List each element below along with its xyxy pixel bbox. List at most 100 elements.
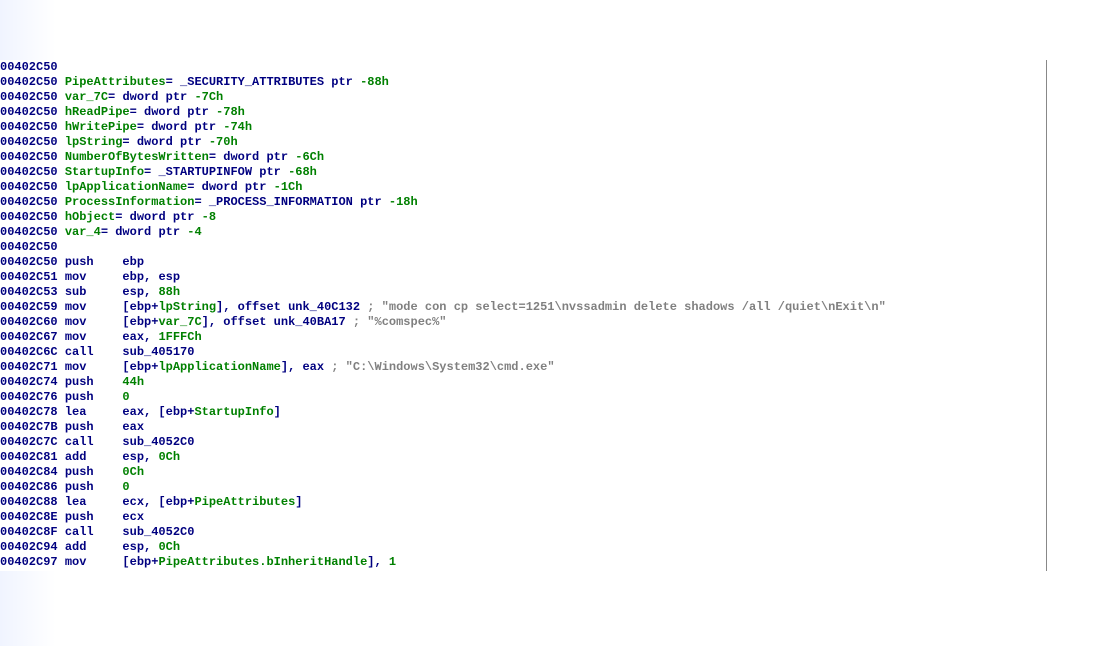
address: 00402C88: [0, 495, 58, 509]
token-var: hObject: [65, 210, 115, 224]
code-line[interactable]: 00402C67 mov eax, 1FFFCh: [0, 330, 1046, 345]
token-plain: ],: [367, 555, 389, 569]
code-line[interactable]: 00402C50 StartupInfo= _STARTUPINFOW ptr …: [0, 165, 1046, 180]
token-plain: [209, 105, 216, 119]
token-var: lpApplicationName: [158, 360, 280, 374]
address: 00402C50: [0, 90, 58, 104]
code-line[interactable]: 00402C78 lea eax, [ebp+StartupInfo]: [0, 405, 1046, 420]
token-plain: ,: [144, 450, 158, 464]
address: 00402C94: [0, 540, 58, 554]
token-num: -6Ch: [295, 150, 324, 164]
address: 00402C50: [0, 195, 58, 209]
token-num: 0: [122, 390, 129, 404]
code-line[interactable]: 00402C71 mov [ebp+lpApplicationName], ea…: [0, 360, 1046, 375]
token-reg: ebp: [130, 360, 152, 374]
token-reg: ebp: [130, 315, 152, 329]
token-num: 1FFFCh: [158, 330, 201, 344]
code-line[interactable]: 00402C50 ProcessInformation= _PROCESS_IN…: [0, 195, 1046, 210]
token-plain: , [: [144, 405, 166, 419]
code-line[interactable]: 00402C94 add esp, 0Ch: [0, 540, 1046, 555]
code-line[interactable]: 00402C50 lpString= dword ptr -70h: [0, 135, 1046, 150]
token-num: -8: [202, 210, 216, 224]
token-type: dword ptr: [223, 150, 288, 164]
token-reg: esp: [122, 285, 144, 299]
code-line[interactable]: 00402C50 NumberOfBytesWritten= dword ptr…: [0, 150, 1046, 165]
code-line[interactable]: 00402C53 sub esp, 88h: [0, 285, 1046, 300]
token-plain: , [: [144, 495, 166, 509]
token-reg: eax: [122, 405, 144, 419]
token-plain: =: [166, 75, 180, 89]
token-reg: eax: [122, 420, 144, 434]
disassembly-view[interactable]: 00402C50 00402C50 PipeAttributes= _SECUR…: [0, 60, 1047, 571]
token-reg: ebp: [122, 255, 144, 269]
mnemonic: push: [65, 510, 123, 524]
mnemonic: push: [65, 480, 123, 494]
code-line[interactable]: 00402C84 push 0Ch: [0, 465, 1046, 480]
token-type: dword ptr: [144, 105, 209, 119]
token-reg: ecx: [122, 510, 144, 524]
code-line[interactable]: 00402C74 push 44h: [0, 375, 1046, 390]
address: 00402C51: [0, 270, 58, 284]
token-plain: =: [137, 120, 151, 134]
token-plain: ]: [295, 495, 302, 509]
token-reg: ebp: [166, 495, 188, 509]
address: 00402C50: [0, 135, 58, 149]
address: 00402C50: [0, 120, 58, 134]
code-line[interactable]: 00402C76 push 0: [0, 390, 1046, 405]
address: 00402C8F: [0, 525, 58, 539]
code-line[interactable]: 00402C86 push 0: [0, 480, 1046, 495]
token-plain: =: [122, 135, 136, 149]
token-func: sub_4052C0: [122, 525, 194, 539]
mnemonic: call: [65, 435, 123, 449]
token-var: StartupInfo: [194, 405, 273, 419]
address: 00402C86: [0, 480, 58, 494]
token-comment: ; "mode con cp select=1251\nvssadmin del…: [367, 300, 885, 314]
code-line[interactable]: 00402C7B push eax: [0, 420, 1046, 435]
address: 00402C71: [0, 360, 58, 374]
code-line[interactable]: 00402C59 mov [ebp+lpString], offset unk_…: [0, 300, 1046, 315]
address: 00402C50: [0, 75, 58, 89]
token-plain: =: [187, 180, 201, 194]
code-line[interactable]: 00402C8E push ecx: [0, 510, 1046, 525]
code-line[interactable]: 00402C50 PipeAttributes= _SECURITY_ATTRI…: [0, 75, 1046, 90]
code-line[interactable]: 00402C50 hObject= dword ptr -8: [0, 210, 1046, 225]
token-num: 1: [389, 555, 396, 569]
token-plain: ],: [281, 360, 303, 374]
code-line[interactable]: 00402C88 lea ecx, [ebp+PipeAttributes]: [0, 495, 1046, 510]
code-line[interactable]: 00402C60 mov [ebp+var_7C], offset unk_40…: [0, 315, 1046, 330]
code-line[interactable]: 00402C6C call sub_405170: [0, 345, 1046, 360]
code-line[interactable]: 00402C81 add esp, 0Ch: [0, 450, 1046, 465]
token-comment: ; "C:\Windows\System32\cmd.exe": [331, 360, 554, 374]
token-plain: [194, 210, 201, 224]
token-plain: [353, 75, 360, 89]
code-line[interactable]: 00402C50 lpApplicationName= dword ptr -1…: [0, 180, 1046, 195]
address: 00402C67: [0, 330, 58, 344]
mnemonic: mov: [65, 315, 123, 329]
code-line[interactable]: 00402C50 var_7C= dword ptr -7Ch: [0, 90, 1046, 105]
token-type: dword ptr: [151, 120, 216, 134]
code-line[interactable]: 00402C8F call sub_4052C0: [0, 525, 1046, 540]
token-var: hWritePipe: [65, 120, 137, 134]
address: 00402C8E: [0, 510, 58, 524]
token-num: -1Ch: [274, 180, 303, 194]
token-num: -74h: [223, 120, 252, 134]
token-reg: ecx: [122, 495, 144, 509]
token-plain: ,: [144, 270, 158, 284]
code-line[interactable]: 00402C97 mov [ebp+PipeAttributes.bInheri…: [0, 555, 1046, 570]
token-plain: =: [101, 225, 115, 239]
code-line[interactable]: 00402C50: [0, 240, 1046, 255]
token-type: dword ptr: [137, 135, 202, 149]
mnemonic: lea: [65, 495, 123, 509]
code-line[interactable]: 00402C50 hWritePipe= dword ptr -74h: [0, 120, 1046, 135]
code-line[interactable]: 00402C50: [0, 60, 1046, 75]
code-line[interactable]: 00402C7C call sub_4052C0: [0, 435, 1046, 450]
token-func: sub_405170: [122, 345, 194, 359]
code-line[interactable]: 00402C50 var_4= dword ptr -4: [0, 225, 1046, 240]
code-line[interactable]: 00402C51 mov ebp, esp: [0, 270, 1046, 285]
code-line[interactable]: 00402C50 hReadPipe= dword ptr -78h: [0, 105, 1046, 120]
token-num: -70h: [209, 135, 238, 149]
token-var: lpString: [65, 135, 123, 149]
token-type: _STARTUPINFOW ptr: [158, 165, 280, 179]
mnemonic: add: [65, 540, 123, 554]
code-line[interactable]: 00402C50 push ebp: [0, 255, 1046, 270]
